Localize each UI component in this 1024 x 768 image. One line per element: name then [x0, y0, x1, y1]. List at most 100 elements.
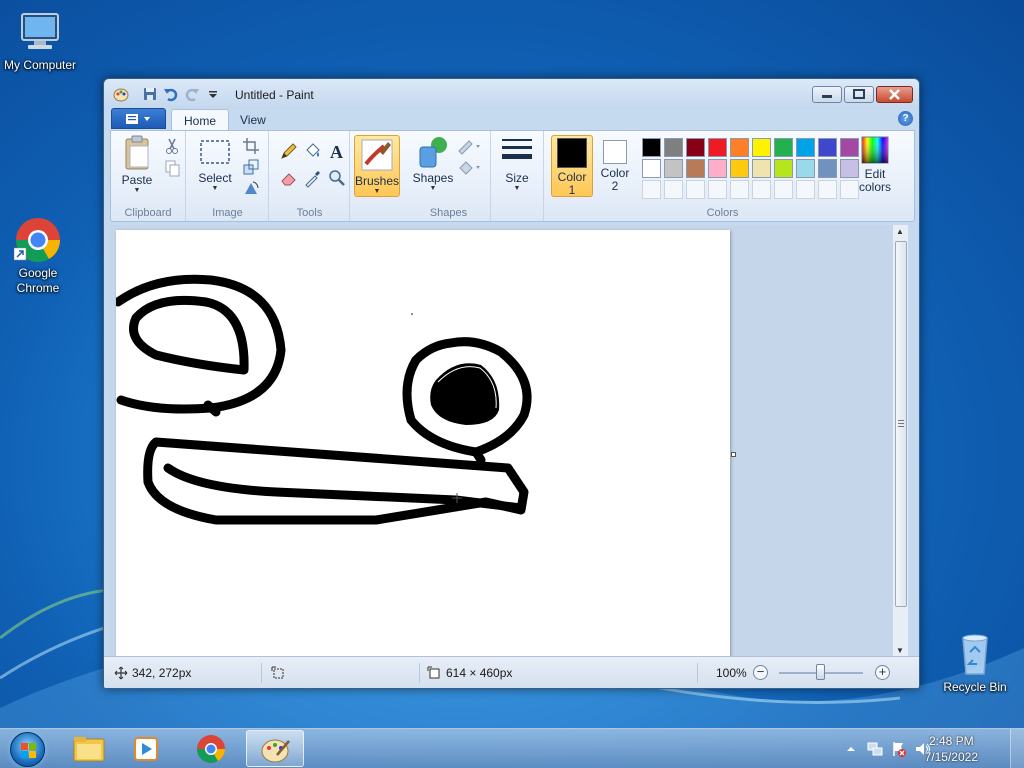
color-2-button[interactable]: Color 2 [597, 135, 633, 197]
palette-swatch[interactable] [818, 159, 837, 178]
chevron-down-icon: ▼ [513, 185, 521, 192]
color-picker-icon[interactable] [303, 168, 321, 188]
palette-swatch[interactable] [774, 159, 793, 178]
undo-icon[interactable] [162, 85, 180, 103]
chrome-icon [13, 216, 62, 264]
palette-custom-slot[interactable] [796, 180, 815, 199]
palette-custom-slot[interactable] [818, 180, 837, 199]
chevron-down-icon: ▼ [373, 188, 381, 195]
vertical-scrollbar[interactable]: ▲ ▼ [892, 225, 908, 657]
taskbar-chrome[interactable] [182, 730, 240, 767]
palette-custom-slot[interactable] [730, 180, 749, 199]
color-1-button[interactable]: Color 1 [551, 135, 593, 197]
taskbar-file-explorer[interactable] [60, 730, 118, 767]
group-clipboard: Paste ▼ Clipboard [111, 131, 186, 221]
taskbar-paint[interactable] [246, 730, 304, 767]
canvas-resize-handle[interactable] [731, 452, 736, 457]
maximize-button[interactable] [844, 86, 874, 103]
system-clock[interactable]: 2:48 PM 7/15/2022 [925, 733, 978, 765]
resize-icon[interactable] [242, 158, 260, 176]
palette-swatch[interactable] [686, 138, 705, 157]
tab-home[interactable]: Home [171, 109, 230, 130]
palette-swatch[interactable] [730, 159, 749, 178]
fill-bucket-icon[interactable] [303, 141, 321, 159]
desktop-icon-recycle-bin[interactable]: Recycle Bin [935, 630, 1015, 695]
palette-swatch[interactable] [664, 159, 683, 178]
edit-colors-button[interactable]: Edit colors [853, 135, 897, 193]
palette-swatch[interactable] [664, 138, 683, 157]
scrollbar-thumb[interactable] [895, 241, 907, 607]
action-center-flag-icon[interactable] [890, 740, 908, 758]
minimize-button[interactable] [812, 86, 842, 103]
rotate-icon[interactable] [242, 179, 260, 197]
size-button[interactable]: Size ▼ [497, 135, 537, 193]
palette-custom-slot[interactable] [664, 180, 683, 199]
chevron-down-icon: ▼ [429, 185, 437, 192]
palette-custom-slot[interactable] [686, 180, 705, 199]
palette-custom-slot[interactable] [708, 180, 727, 199]
magnifier-icon[interactable] [327, 168, 345, 186]
palette-swatch[interactable] [752, 138, 771, 157]
group-label-shapes: Shapes [429, 207, 468, 219]
palette-swatch[interactable] [686, 159, 705, 178]
paint-app-icon[interactable] [112, 85, 130, 103]
eraser-icon[interactable] [279, 168, 297, 186]
select-label: Select [198, 171, 232, 185]
pencil-icon[interactable] [279, 141, 297, 159]
tab-view[interactable]: View [228, 109, 278, 130]
palette-custom-slot[interactable] [752, 180, 771, 199]
zoom-in-button[interactable]: + [875, 665, 890, 680]
close-button[interactable] [876, 86, 913, 103]
palette-swatch[interactable] [708, 159, 727, 178]
desktop-icon-my-computer[interactable]: My Computer [0, 8, 80, 73]
title-bar[interactable]: Untitled - Paint [104, 79, 919, 109]
redo-icon[interactable] [183, 85, 201, 103]
canvas-drawing [113, 274, 532, 525]
outline-icon[interactable] [457, 137, 483, 155]
palette-swatch[interactable] [730, 138, 749, 157]
color-2-label-line1: Color [600, 166, 630, 180]
help-icon[interactable]: ? [898, 111, 913, 126]
taskbar-media-player[interactable] [118, 730, 176, 767]
zoom-out-button[interactable]: − [753, 665, 768, 680]
palette-swatch[interactable] [752, 159, 771, 178]
palette-swatch[interactable] [818, 138, 837, 157]
paste-button[interactable]: Paste ▼ [115, 135, 159, 195]
palette-swatch[interactable] [708, 138, 727, 157]
window-controls [810, 86, 913, 103]
clock-time: 2:48 PM [928, 734, 974, 748]
palette-custom-slot[interactable] [642, 180, 661, 199]
palette-custom-slot[interactable] [774, 180, 793, 199]
text-tool-icon[interactable]: A [327, 141, 345, 162]
scroll-up-icon[interactable]: ▲ [896, 227, 904, 236]
palette-swatch[interactable] [796, 159, 815, 178]
brushes-button[interactable]: Brushes ▼ [354, 135, 400, 197]
copy-icon[interactable] [163, 159, 181, 177]
palette-swatch[interactable] [642, 138, 661, 157]
group-size: Size ▼ [492, 131, 544, 221]
palette-swatch[interactable] [796, 138, 815, 157]
scroll-down-icon[interactable]: ▼ [896, 646, 904, 655]
show-hidden-icons-chevron-up-icon[interactable] [846, 743, 856, 753]
zoom-level: 100% [716, 666, 747, 680]
file-menu-button[interactable] [111, 108, 166, 129]
group-tools: A Tools [270, 131, 350, 221]
select-button[interactable]: Select ▼ [193, 135, 237, 193]
save-icon[interactable] [141, 85, 159, 103]
edit-colors-label-line1: Edit [864, 167, 886, 181]
fill-icon[interactable] [457, 158, 483, 176]
paint-window[interactable]: Untitled - Paint Home View ? Paste ▼ Cli… [103, 78, 920, 689]
network-icon[interactable] [866, 740, 884, 758]
drawing-canvas[interactable] [113, 230, 730, 657]
palette-swatch[interactable] [774, 138, 793, 157]
show-desktop-button[interactable] [1010, 729, 1024, 768]
customize-toolbar-chevron-down-icon[interactable] [204, 85, 222, 103]
desktop-icon-google-chrome[interactable]: Google Chrome [0, 216, 78, 296]
cut-icon[interactable] [163, 137, 181, 155]
svg-text:A: A [330, 142, 343, 161]
shapes-button[interactable]: Shapes ▼ [411, 135, 455, 193]
palette-swatch[interactable] [642, 159, 661, 178]
crop-icon[interactable] [242, 137, 260, 155]
start-button[interactable] [4, 731, 52, 767]
zoom-slider-thumb[interactable] [816, 664, 825, 680]
